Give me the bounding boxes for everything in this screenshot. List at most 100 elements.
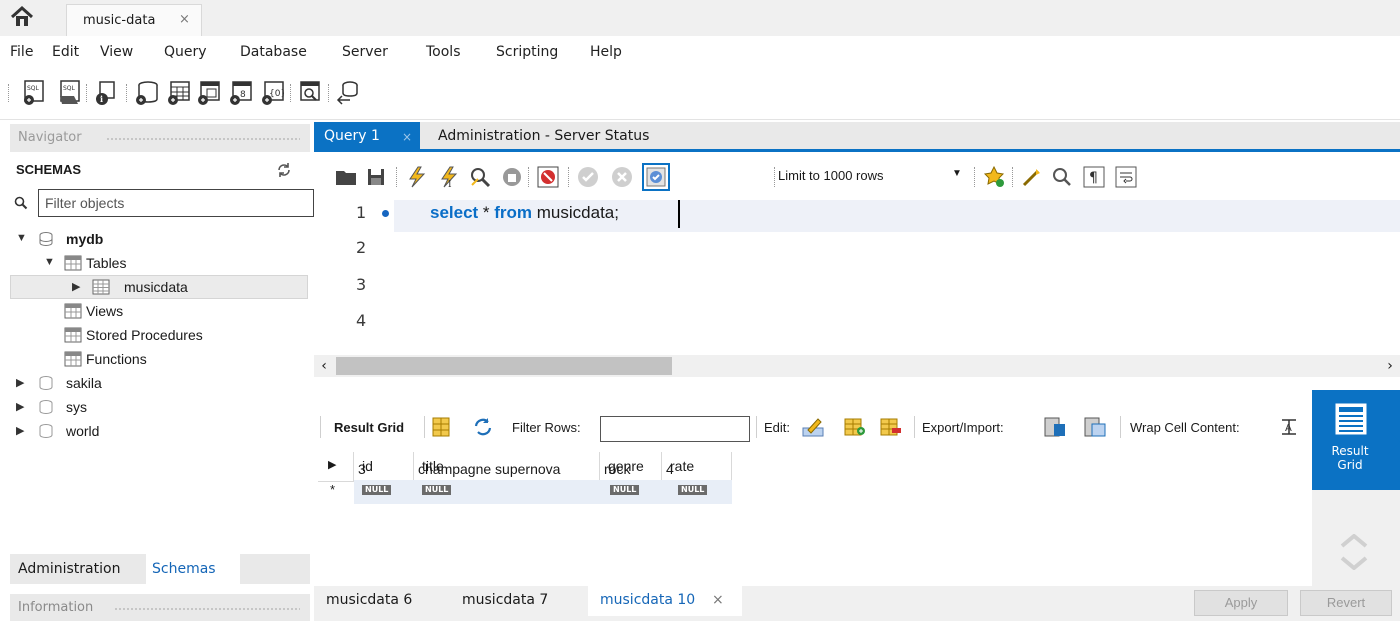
add-snippet-icon[interactable] bbox=[982, 165, 1006, 189]
expand-arrow-icon[interactable]: ▼ bbox=[44, 256, 55, 268]
create-procedure-icon[interactable]: 8 bbox=[228, 80, 252, 106]
svg-text:¶: ¶ bbox=[1089, 170, 1098, 186]
table-cell-null[interactable]: NULL bbox=[674, 482, 732, 504]
tab-schemas[interactable]: Schemas bbox=[146, 554, 240, 584]
schema-sys-label: sys bbox=[66, 399, 87, 415]
schema-world-label: world bbox=[66, 423, 100, 439]
text-caret bbox=[678, 200, 680, 228]
tab-administration[interactable]: Administration bbox=[10, 554, 146, 584]
delete-row-icon[interactable] bbox=[880, 416, 902, 438]
chevron-up-icon[interactable] bbox=[1340, 533, 1368, 548]
editor-horizontal-scrollbar[interactable]: ‹ › bbox=[314, 355, 1400, 377]
stored-procedures-folder[interactable]: Stored Procedures bbox=[64, 325, 284, 347]
commit-icon[interactable] bbox=[576, 165, 600, 189]
apply-button[interactable]: Apply bbox=[1194, 590, 1288, 616]
side-result-grid-button[interactable]: Result Grid bbox=[1312, 390, 1400, 490]
create-view-icon[interactable] bbox=[196, 80, 220, 106]
new-sql-tab-icon[interactable]: SQL bbox=[22, 80, 46, 106]
schema-world[interactable]: ▶ world bbox=[16, 421, 216, 443]
menu-view[interactable]: View bbox=[100, 44, 133, 60]
export-icon[interactable] bbox=[1044, 416, 1066, 438]
open-sql-script-icon[interactable]: SQL bbox=[58, 80, 82, 106]
open-folder-icon[interactable] bbox=[334, 165, 358, 189]
grid-icon bbox=[1335, 403, 1367, 435]
beautify-icon[interactable] bbox=[1020, 165, 1044, 189]
toggle-error-continue-icon[interactable] bbox=[536, 165, 560, 189]
menu-tools[interactable]: Tools bbox=[426, 44, 461, 60]
views-folder[interactable]: Views bbox=[64, 301, 264, 323]
tab-musicdata-6[interactable]: musicdata 6 bbox=[314, 586, 434, 616]
menu-file[interactable]: File bbox=[10, 44, 33, 60]
search-table-data-icon[interactable] bbox=[298, 80, 322, 106]
tab-close-icon[interactable]: × bbox=[712, 592, 724, 608]
schema-sakila[interactable]: ▶ sakila bbox=[16, 373, 216, 395]
autocommit-toggle-icon[interactable] bbox=[642, 163, 670, 191]
limit-rows-select[interactable]: Limit to 1000 rows ▼ bbox=[778, 164, 968, 188]
filter-objects-input[interactable] bbox=[38, 189, 314, 217]
expand-arrow-icon[interactable]: ▼ bbox=[16, 232, 27, 244]
menu-server[interactable]: Server bbox=[342, 44, 388, 60]
table-cell[interactable]: 3 bbox=[354, 458, 414, 480]
collapse-arrow-icon[interactable]: ▶ bbox=[16, 376, 24, 389]
find-icon[interactable] bbox=[1050, 165, 1074, 189]
edit-row-icon[interactable] bbox=[802, 416, 824, 438]
connection-tab-close-icon[interactable]: × bbox=[179, 12, 190, 27]
form-editor-icon[interactable] bbox=[430, 416, 452, 438]
table-cell[interactable]: 4 bbox=[662, 458, 732, 480]
tab-musicdata-7[interactable]: musicdata 7 bbox=[450, 586, 576, 616]
connection-tab[interactable]: music-data × bbox=[66, 4, 202, 36]
create-function-icon[interactable]: {0} bbox=[260, 80, 286, 106]
result-grid-label[interactable]: Result Grid bbox=[334, 420, 404, 435]
table-cell-null[interactable]: NULL bbox=[358, 482, 414, 504]
result-grid[interactable]: id title genre rate ▶ 3 champagne supern… bbox=[318, 452, 732, 504]
create-schema-icon[interactable] bbox=[134, 80, 158, 106]
collapse-arrow-icon[interactable]: ▶ bbox=[16, 400, 24, 413]
refresh-results-icon[interactable] bbox=[472, 416, 494, 438]
tab-query-1-close-icon[interactable]: × bbox=[402, 130, 412, 144]
filter-rows-input[interactable] bbox=[600, 416, 750, 442]
wrap-cell-content-label: Wrap Cell Content: bbox=[1130, 420, 1240, 435]
menu-database[interactable]: Database bbox=[240, 44, 307, 60]
rollback-icon[interactable] bbox=[610, 165, 634, 189]
collapse-arrow-icon[interactable]: ▶ bbox=[16, 424, 24, 437]
execute-current-icon[interactable]: I bbox=[436, 165, 460, 190]
create-table-icon[interactable] bbox=[166, 80, 190, 106]
reconnect-icon[interactable] bbox=[336, 80, 360, 106]
tab-musicdata-10[interactable]: musicdata 10 × bbox=[588, 586, 742, 616]
menu-edit[interactable]: Edit bbox=[52, 44, 79, 60]
functions-folder[interactable]: Functions bbox=[64, 349, 264, 371]
wrap-cell-content-icon[interactable]: A bbox=[1278, 416, 1300, 438]
tab-server-status[interactable]: Administration - Server Status bbox=[426, 122, 666, 152]
table-cell[interactable]: champagne supernova bbox=[414, 458, 600, 480]
table-cell[interactable]: rock bbox=[600, 458, 662, 480]
scrollbar-thumb[interactable] bbox=[336, 357, 672, 375]
stop-icon[interactable] bbox=[500, 165, 524, 189]
table-musicdata[interactable]: ▶ musicdata bbox=[72, 277, 272, 299]
table-cell-null[interactable]: NULL bbox=[606, 482, 662, 504]
menu-query[interactable]: Query bbox=[164, 44, 207, 60]
word-wrap-icon[interactable] bbox=[1114, 165, 1138, 189]
menu-scripting[interactable]: Scripting bbox=[496, 44, 558, 60]
tables-folder[interactable]: ▼ Tables bbox=[44, 253, 244, 275]
chevron-down-icon[interactable] bbox=[1340, 556, 1368, 571]
cell-value: champagne supernova bbox=[418, 461, 561, 477]
explain-icon[interactable] bbox=[468, 165, 492, 189]
invisible-chars-icon[interactable]: ¶ bbox=[1082, 165, 1106, 189]
refresh-icon[interactable] bbox=[276, 162, 292, 178]
revert-button[interactable]: Revert bbox=[1300, 590, 1392, 616]
tab-query-1[interactable]: Query 1 × bbox=[314, 122, 420, 152]
schema-mydb[interactable]: ▼ mydb bbox=[16, 229, 216, 251]
import-icon[interactable] bbox=[1084, 416, 1106, 438]
scroll-left-icon[interactable]: ‹ bbox=[314, 355, 334, 377]
inspector-icon[interactable]: i bbox=[94, 80, 118, 106]
save-icon[interactable] bbox=[364, 165, 388, 189]
execute-icon[interactable] bbox=[404, 165, 428, 189]
menu-help[interactable]: Help bbox=[590, 44, 622, 60]
table-cell-null[interactable]: NULL bbox=[418, 482, 600, 504]
scroll-right-icon[interactable]: › bbox=[1380, 355, 1400, 377]
sql-editor[interactable]: 1 2 3 4 select * from musicdata; bbox=[314, 197, 1400, 355]
home-icon[interactable] bbox=[8, 4, 48, 30]
collapse-arrow-icon[interactable]: ▶ bbox=[72, 280, 80, 293]
schema-sys[interactable]: ▶ sys bbox=[16, 397, 216, 419]
insert-row-icon[interactable] bbox=[844, 416, 866, 438]
